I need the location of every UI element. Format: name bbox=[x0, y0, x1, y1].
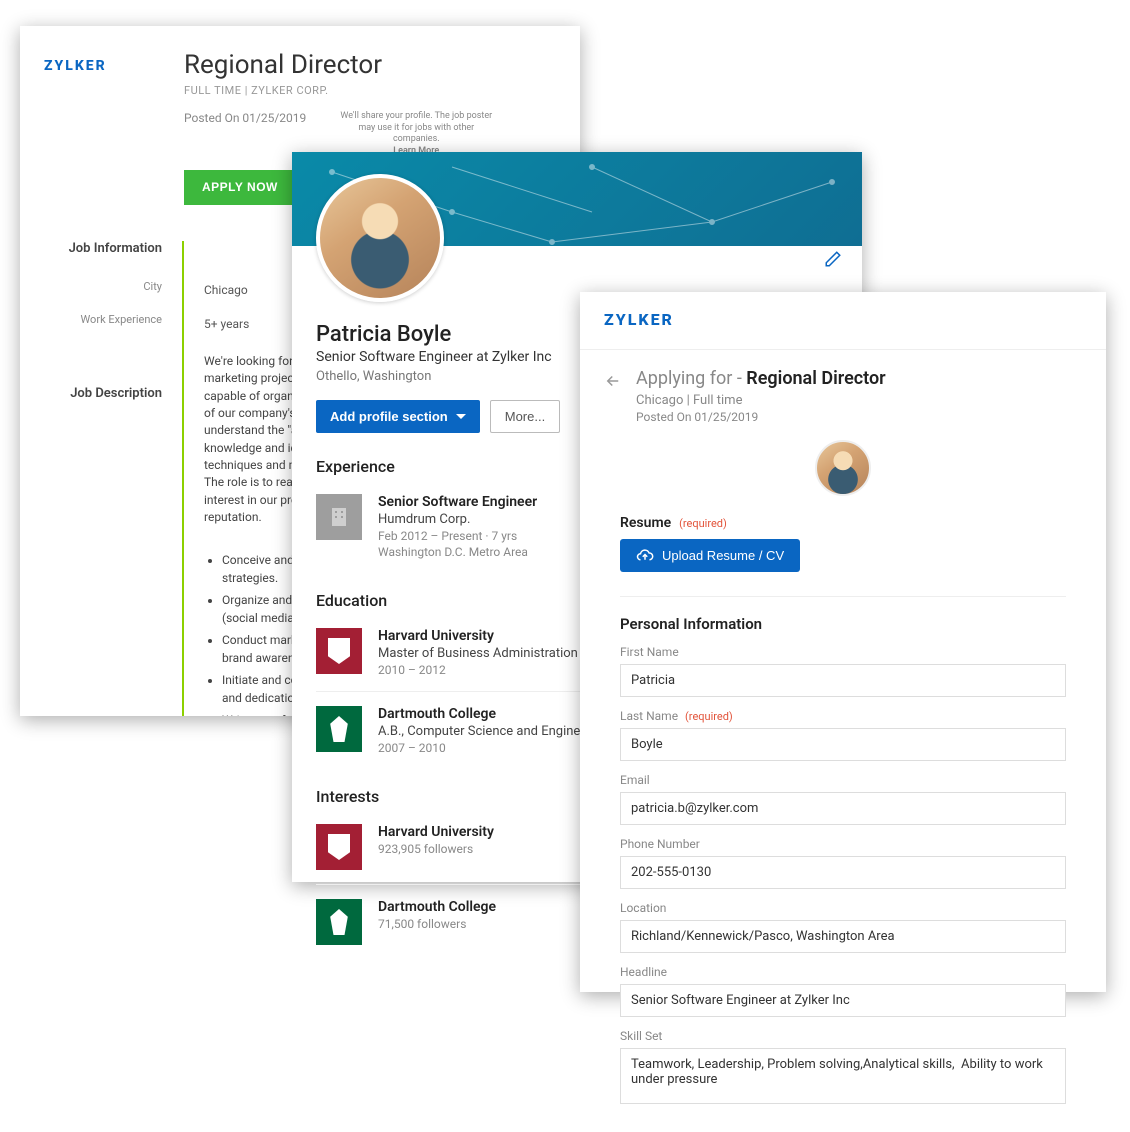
education-years: 2007 – 2010 bbox=[378, 741, 609, 755]
upload-resume-button[interactable]: Upload Resume / CV bbox=[620, 539, 800, 572]
chevron-down-icon bbox=[456, 414, 466, 419]
follower-count: 923,905 followers bbox=[378, 842, 494, 856]
degree: A.B., Computer Science and Engineering bbox=[378, 724, 609, 739]
applying-posted: Posted On 01/25/2019 bbox=[636, 410, 886, 424]
email-input[interactable] bbox=[620, 792, 1066, 825]
location-label: Location bbox=[620, 901, 1066, 915]
location-input[interactable] bbox=[620, 920, 1066, 953]
experience-company: Humdrum Corp. bbox=[378, 512, 537, 527]
applying-role: Regional Director bbox=[746, 368, 885, 389]
interest-name: Harvard University bbox=[378, 824, 494, 840]
share-line: We'll share your profile. The job poster bbox=[336, 111, 496, 123]
company-logo: ZYLKER bbox=[604, 310, 1082, 329]
company-icon bbox=[316, 494, 362, 540]
org-icon bbox=[316, 824, 362, 870]
experience-location: Washington D.C. Metro Area bbox=[378, 545, 537, 559]
applying-prefix: Applying for - bbox=[636, 368, 746, 389]
share-note: We'll share your profile. The job poster… bbox=[336, 111, 496, 158]
avatar[interactable] bbox=[316, 174, 444, 302]
work-experience-label: Work Experience bbox=[44, 313, 162, 326]
more-button[interactable]: More... bbox=[490, 400, 560, 433]
follower-count: 71,500 followers bbox=[378, 917, 496, 931]
phone-label: Phone Number bbox=[620, 837, 1066, 851]
label-text: Last Name bbox=[620, 709, 678, 723]
add-profile-section-button[interactable]: Add profile section bbox=[316, 400, 480, 433]
posted-date: Posted On 01/25/2019 bbox=[184, 111, 306, 125]
last-name-input[interactable] bbox=[620, 728, 1066, 761]
button-label: Upload Resume / CV bbox=[662, 548, 784, 563]
required-indicator: (required) bbox=[685, 710, 733, 723]
job-type: FULL TIME bbox=[184, 84, 242, 97]
skillset-label: Skill Set bbox=[620, 1029, 1066, 1043]
company-logo: ZYLKER bbox=[44, 50, 184, 205]
headline-input[interactable] bbox=[620, 984, 1066, 1017]
divider bbox=[580, 349, 1106, 350]
job-company: ZYLKER CORP. bbox=[251, 84, 328, 97]
button-label: Add profile section bbox=[330, 409, 448, 424]
school-icon bbox=[316, 628, 362, 674]
job-type-company: FULL TIME | ZYLKER CORP. bbox=[184, 84, 556, 97]
interest-name: Dartmouth College bbox=[378, 899, 496, 915]
first-name-input[interactable] bbox=[620, 664, 1066, 697]
personal-info-heading: Personal Information bbox=[620, 596, 1066, 633]
phone-input[interactable] bbox=[620, 856, 1066, 889]
org-icon bbox=[316, 899, 362, 945]
last-name-label: Last Name (required) bbox=[620, 709, 1066, 723]
city-label: City bbox=[44, 280, 162, 293]
edit-icon[interactable] bbox=[824, 253, 842, 272]
applying-for-title: Applying for - Regional Director bbox=[636, 368, 886, 389]
skillset-input[interactable] bbox=[620, 1048, 1066, 1104]
apply-now-button[interactable]: APPLY NOW bbox=[184, 170, 296, 205]
applying-sub: Chicago | Full time bbox=[636, 393, 886, 408]
job-info-heading: Job Information bbox=[44, 241, 162, 256]
avatar[interactable] bbox=[815, 440, 871, 496]
cloud-upload-icon bbox=[636, 549, 654, 563]
back-arrow-icon[interactable] bbox=[604, 368, 622, 395]
job-description-heading: Job Description bbox=[44, 386, 162, 401]
required-indicator: (required) bbox=[679, 517, 727, 530]
experience-period: Feb 2012 – Present · 7 yrs bbox=[378, 529, 537, 543]
application-form-card: ZYLKER Applying for - Regional Director … bbox=[580, 292, 1106, 992]
job-title: Regional Director bbox=[184, 50, 556, 80]
headline-label: Headline bbox=[620, 965, 1066, 979]
school-icon bbox=[316, 706, 362, 752]
first-name-label: First Name bbox=[620, 645, 1066, 659]
resume-row: Resume (required) bbox=[620, 512, 1066, 531]
experience-title: Senior Software Engineer bbox=[378, 494, 537, 510]
school-name: Dartmouth College bbox=[378, 706, 609, 722]
email-label: Email bbox=[620, 773, 1066, 787]
resume-label: Resume bbox=[620, 515, 671, 531]
share-line: may use it for jobs with other companies… bbox=[336, 123, 496, 146]
